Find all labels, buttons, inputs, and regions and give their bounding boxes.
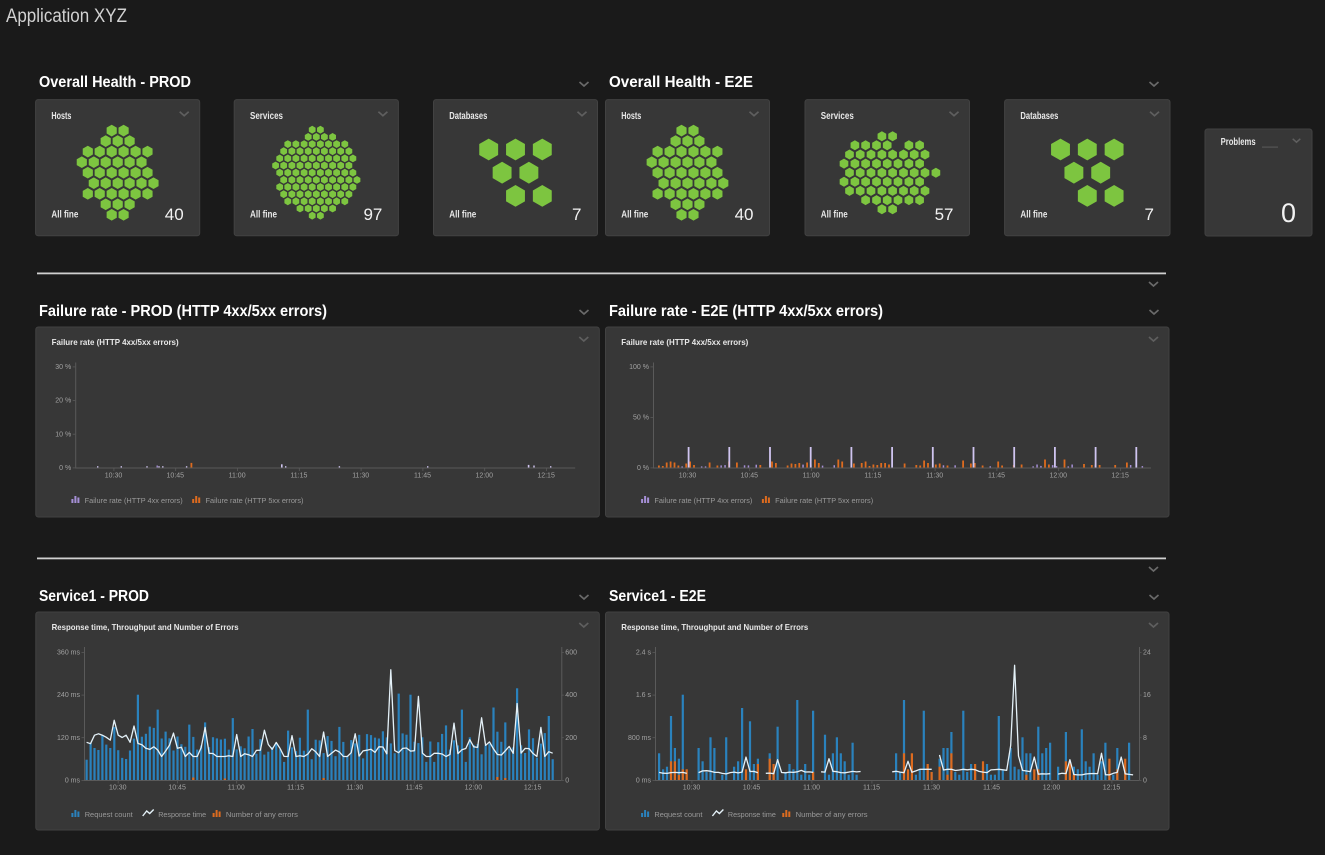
svg-text:Response time, Throughput and: Response time, Throughput and Number of … [621, 622, 808, 632]
svg-text:Databases: Databases [1020, 111, 1058, 122]
svg-text:Failure rate (HTTP 4xx errors): Failure rate (HTTP 4xx errors) [85, 498, 183, 505]
svg-text:11:45: 11:45 [414, 472, 431, 479]
svg-text:All fine: All fine [250, 209, 277, 220]
svg-text:Problems: Problems [1221, 137, 1256, 148]
svg-text:11:00: 11:00 [229, 472, 246, 479]
svg-text:All fine: All fine [51, 209, 78, 220]
svg-text:Services: Services [250, 111, 283, 122]
svg-text:0 ms: 0 ms [636, 778, 652, 785]
svg-text:11:00: 11:00 [228, 785, 245, 792]
svg-text:11:45: 11:45 [983, 785, 1000, 792]
svg-text:11:15: 11:15 [290, 472, 307, 479]
svg-text:12:15: 12:15 [1103, 785, 1121, 792]
svg-text:57: 57 [935, 205, 954, 224]
svg-text:10:45: 10:45 [167, 472, 185, 479]
svg-text:10:45: 10:45 [168, 785, 186, 792]
svg-text:Failure rate (HTTP 4xx/5xx err: Failure rate (HTTP 4xx/5xx errors) [52, 337, 179, 347]
svg-text:Number of any errors: Number of any errors [226, 810, 298, 819]
svg-text:12:00: 12:00 [476, 472, 494, 479]
svg-text:Databases: Databases [449, 111, 487, 122]
svg-text:40: 40 [735, 205, 754, 224]
svg-text:11:15: 11:15 [287, 785, 304, 792]
svg-text:All fine: All fine [449, 209, 476, 220]
svg-text:11:15: 11:15 [864, 472, 881, 479]
svg-text:800 ms: 800 ms [628, 735, 651, 742]
svg-text:Services: Services [821, 111, 854, 122]
svg-text:Application XYZ: Application XYZ [6, 6, 127, 27]
svg-text:12:15: 12:15 [1111, 472, 1129, 479]
svg-text:0: 0 [565, 778, 569, 785]
svg-text:10:45: 10:45 [741, 472, 759, 479]
svg-text:40: 40 [165, 205, 184, 224]
svg-text:All fine: All fine [621, 209, 648, 220]
svg-text:10:30: 10:30 [683, 785, 701, 792]
svg-text:24: 24 [1143, 650, 1151, 657]
svg-text:1.6 s: 1.6 s [636, 692, 652, 699]
svg-text:Hosts: Hosts [621, 111, 641, 122]
svg-text:10:30: 10:30 [679, 472, 697, 479]
svg-text:10 %: 10 % [55, 431, 71, 438]
svg-text:12:00: 12:00 [465, 785, 483, 792]
svg-text:11:15: 11:15 [863, 785, 880, 792]
svg-text:8: 8 [1143, 735, 1147, 742]
svg-text:Failure rate - E2E (HTTP 4xx/5: Failure rate - E2E (HTTP 4xx/5xx errors) [609, 303, 883, 320]
svg-text:10:30: 10:30 [109, 785, 127, 792]
svg-text:Request count: Request count [654, 810, 703, 819]
svg-text:16: 16 [1143, 692, 1151, 699]
svg-text:Service1 - E2E: Service1 - E2E [609, 588, 706, 605]
svg-text:Service1 - PROD: Service1 - PROD [39, 588, 149, 605]
svg-text:All fine: All fine [821, 209, 848, 220]
svg-text:12:15: 12:15 [524, 785, 542, 792]
svg-text:11:30: 11:30 [926, 472, 943, 479]
svg-text:11:30: 11:30 [352, 472, 369, 479]
svg-text:11:45: 11:45 [988, 472, 1005, 479]
svg-text:360 ms: 360 ms [57, 650, 80, 657]
svg-text:100 %: 100 % [629, 364, 649, 371]
svg-text:600: 600 [565, 650, 577, 657]
svg-text:0: 0 [1143, 778, 1147, 785]
svg-text:200: 200 [565, 735, 577, 742]
svg-text:240 ms: 240 ms [57, 692, 80, 699]
svg-text:Failure rate (HTTP 5xx errors): Failure rate (HTTP 5xx errors) [206, 498, 304, 505]
svg-text:400: 400 [565, 692, 577, 699]
svg-text:Request count: Request count [85, 810, 134, 819]
svg-text:Overall Health - PROD: Overall Health - PROD [39, 74, 191, 91]
svg-text:Failure rate (HTTP 4xx errors): Failure rate (HTTP 4xx errors) [654, 498, 752, 505]
svg-text:Response time: Response time [158, 810, 206, 819]
svg-text:120 ms: 120 ms [57, 735, 80, 742]
svg-text:11:30: 11:30 [346, 785, 363, 792]
svg-text:11:30: 11:30 [923, 785, 940, 792]
svg-text:12:15: 12:15 [537, 472, 555, 479]
svg-text:20 %: 20 % [55, 398, 71, 405]
svg-text:All fine: All fine [1020, 209, 1047, 220]
svg-text:50 %: 50 % [633, 415, 649, 422]
svg-text:Failure rate - PROD (HTTP 4xx/: Failure rate - PROD (HTTP 4xx/5xx errors… [39, 303, 327, 320]
svg-text:12:00: 12:00 [1043, 785, 1061, 792]
svg-text:Number of any errors: Number of any errors [796, 810, 868, 819]
svg-text:10:45: 10:45 [743, 785, 761, 792]
svg-text:7: 7 [572, 205, 581, 224]
svg-text:0 %: 0 % [59, 465, 71, 472]
svg-text:12:00: 12:00 [1050, 472, 1068, 479]
svg-text:Hosts: Hosts [51, 111, 71, 122]
svg-text:97: 97 [363, 205, 382, 224]
svg-text:Response time: Response time [728, 810, 776, 819]
svg-text:7: 7 [1145, 205, 1154, 224]
svg-text:2.4 s: 2.4 s [636, 650, 652, 657]
svg-text:10:30: 10:30 [105, 472, 123, 479]
svg-text:Overall Health - E2E: Overall Health - E2E [609, 74, 753, 91]
svg-text:30 %: 30 % [55, 364, 71, 371]
svg-text:0: 0 [1281, 198, 1296, 228]
svg-text:11:00: 11:00 [803, 785, 820, 792]
svg-text:Failure rate (HTTP 5xx errors): Failure rate (HTTP 5xx errors) [775, 498, 873, 505]
svg-text:0 ms: 0 ms [65, 778, 81, 785]
svg-text:11:45: 11:45 [406, 785, 423, 792]
svg-text:11:00: 11:00 [803, 472, 820, 479]
svg-text:Response time, Throughput and: Response time, Throughput and Number of … [52, 622, 239, 632]
svg-text:Failure rate (HTTP 4xx/5xx err: Failure rate (HTTP 4xx/5xx errors) [621, 337, 748, 347]
svg-text:0 %: 0 % [637, 465, 649, 472]
